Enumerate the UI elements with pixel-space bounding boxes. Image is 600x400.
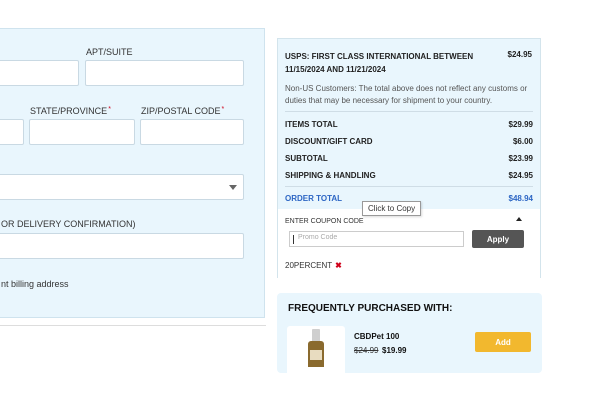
product-sale-price: $19.99 bbox=[382, 346, 407, 355]
applied-coupon-code[interactable]: 20PERCENT bbox=[285, 261, 332, 270]
shipping-method: USPS: FIRST CLASS INTERNATIONAL BETWEEN … bbox=[285, 52, 474, 74]
apply-coupon-button[interactable]: Apply bbox=[472, 230, 524, 248]
remove-coupon-icon[interactable]: ✖ bbox=[335, 261, 342, 270]
bottle-label-icon bbox=[310, 350, 322, 360]
order-total-value: $48.94 bbox=[508, 194, 533, 203]
billing-address-note[interactable]: nt billing address bbox=[1, 279, 69, 289]
phone-label: OR DELIVERY CONFIRMATION) bbox=[1, 219, 136, 229]
apt-suite-label: APT/SUITE bbox=[86, 47, 133, 57]
state-province-label: STATE/PROVINCE* bbox=[30, 106, 111, 116]
add-product-button[interactable]: Add bbox=[475, 332, 531, 352]
summary-row-label: DISCOUNT/GIFT CARD bbox=[285, 137, 373, 146]
coupon-section: ENTER COUPON CODE Promo Code Apply 20PER… bbox=[278, 209, 540, 278]
summary-divider bbox=[285, 186, 533, 187]
zip-postal-field[interactable] bbox=[140, 119, 244, 145]
state-province-field[interactable] bbox=[29, 119, 135, 145]
required-mark: * bbox=[221, 106, 225, 113]
order-total-label: ORDER TOTAL bbox=[285, 194, 343, 203]
promo-code-input[interactable]: Promo Code bbox=[289, 231, 464, 247]
summary-row-label: SUBTOTAL bbox=[285, 154, 328, 163]
city-field[interactable] bbox=[0, 119, 24, 145]
coupon-label: ENTER COUPON CODE bbox=[285, 218, 364, 225]
chevron-down-icon bbox=[229, 185, 237, 190]
summary-row-value: $29.99 bbox=[508, 120, 533, 129]
frequently-purchased-panel: FREQUENTLY PURCHASED WITH: CBDPet 100 $2… bbox=[277, 293, 542, 373]
zip-postal-label-text: ZIP/POSTAL CODE bbox=[141, 106, 221, 116]
customs-disclaimer: Non-US Customers: The total above does n… bbox=[285, 84, 528, 105]
product-name[interactable]: CBDPet 100 bbox=[354, 332, 399, 341]
frequently-purchased-title: FREQUENTLY PURCHASED WITH: bbox=[288, 303, 453, 314]
summary-row-value: $23.99 bbox=[508, 154, 533, 163]
product-image[interactable] bbox=[287, 326, 345, 373]
zip-postal-label: ZIP/POSTAL CODE* bbox=[141, 106, 224, 116]
chevron-up-icon[interactable] bbox=[516, 217, 522, 221]
apt-suite-field[interactable] bbox=[85, 60, 244, 86]
required-mark: * bbox=[108, 106, 111, 113]
shipping-address-form: APT/SUITE STATE/PROVINCE* ZIP/POSTAL COD… bbox=[0, 28, 265, 318]
summary-divider bbox=[285, 111, 533, 112]
summary-row-value: $6.00 bbox=[512, 137, 533, 146]
phone-field[interactable] bbox=[0, 233, 244, 259]
state-province-label-text: STATE/PROVINCE bbox=[30, 106, 108, 116]
product-old-price: $24.99 bbox=[354, 346, 379, 355]
summary-row-value: $24.95 bbox=[508, 171, 533, 180]
shipping-method-price: $24.95 bbox=[507, 50, 532, 59]
summary-row-label: SHIPPING & HANDLING bbox=[285, 171, 376, 180]
summary-row-label: ITEMS TOTAL bbox=[285, 120, 338, 129]
address-line-field[interactable] bbox=[0, 60, 79, 86]
order-summary: USPS: FIRST CLASS INTERNATIONAL BETWEEN … bbox=[277, 38, 541, 278]
country-select[interactable] bbox=[0, 174, 244, 200]
applied-coupon: 20PERCENT ✖ bbox=[285, 261, 342, 270]
form-divider bbox=[0, 325, 266, 326]
copy-tooltip: Click to Copy bbox=[362, 201, 422, 216]
